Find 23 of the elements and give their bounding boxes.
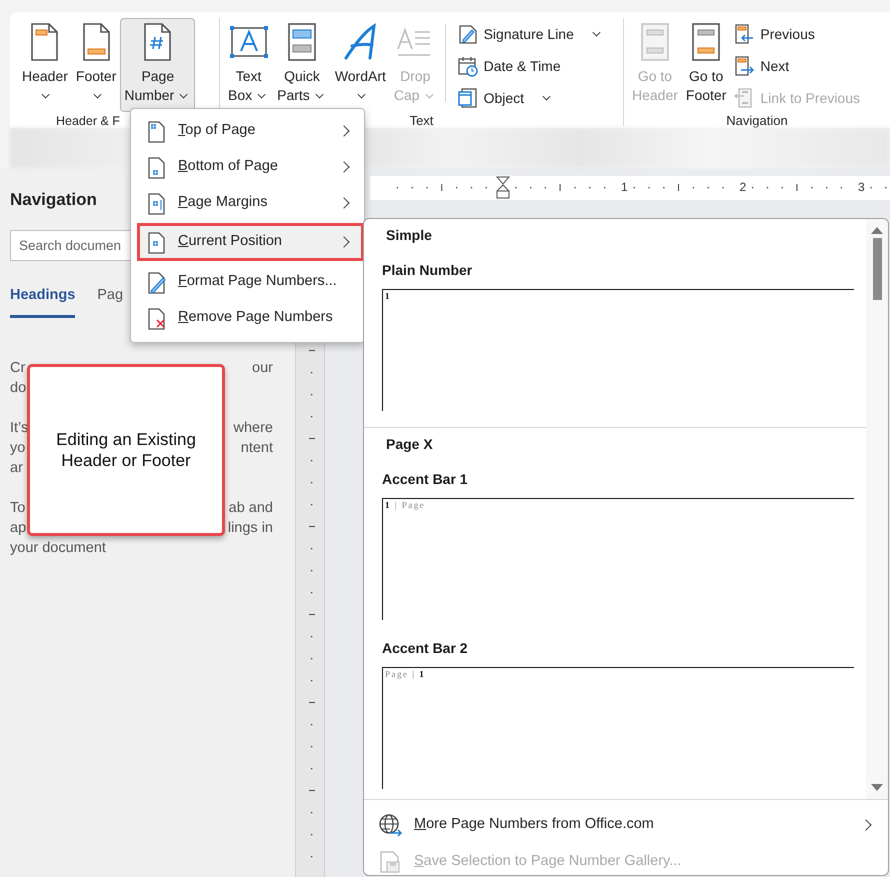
text-fragment: where xyxy=(234,419,273,438)
text-fragment: To xyxy=(10,499,26,518)
ruler-number: 3 xyxy=(858,179,865,196)
pane-title: Navigation xyxy=(10,190,97,210)
text-fragment: ap xyxy=(10,519,26,538)
ruler-number: 1 xyxy=(621,179,628,196)
ruler-number: 2 xyxy=(740,179,746,196)
section-title: Page X xyxy=(385,436,434,453)
group-label: Navigation xyxy=(725,112,789,130)
text-fragment: lings in xyxy=(228,519,273,538)
text-fragment: your document xyxy=(10,539,106,558)
text-fragment: ntent xyxy=(240,439,273,458)
group-label: Header & F xyxy=(56,113,120,130)
callout-note: Editing an Existing Header or Footer xyxy=(27,364,225,536)
section-title: Simple xyxy=(385,227,433,244)
text-fragment: It’s xyxy=(10,419,28,438)
text-fragment: do xyxy=(10,379,26,398)
text-fragment: our xyxy=(252,359,273,378)
text-fragment: Cr xyxy=(10,359,26,378)
group-label: Text xyxy=(408,112,434,130)
text-fragment: ab and xyxy=(228,499,273,518)
text-fragment: yo xyxy=(10,439,26,458)
text-fragment: ar xyxy=(10,459,23,478)
